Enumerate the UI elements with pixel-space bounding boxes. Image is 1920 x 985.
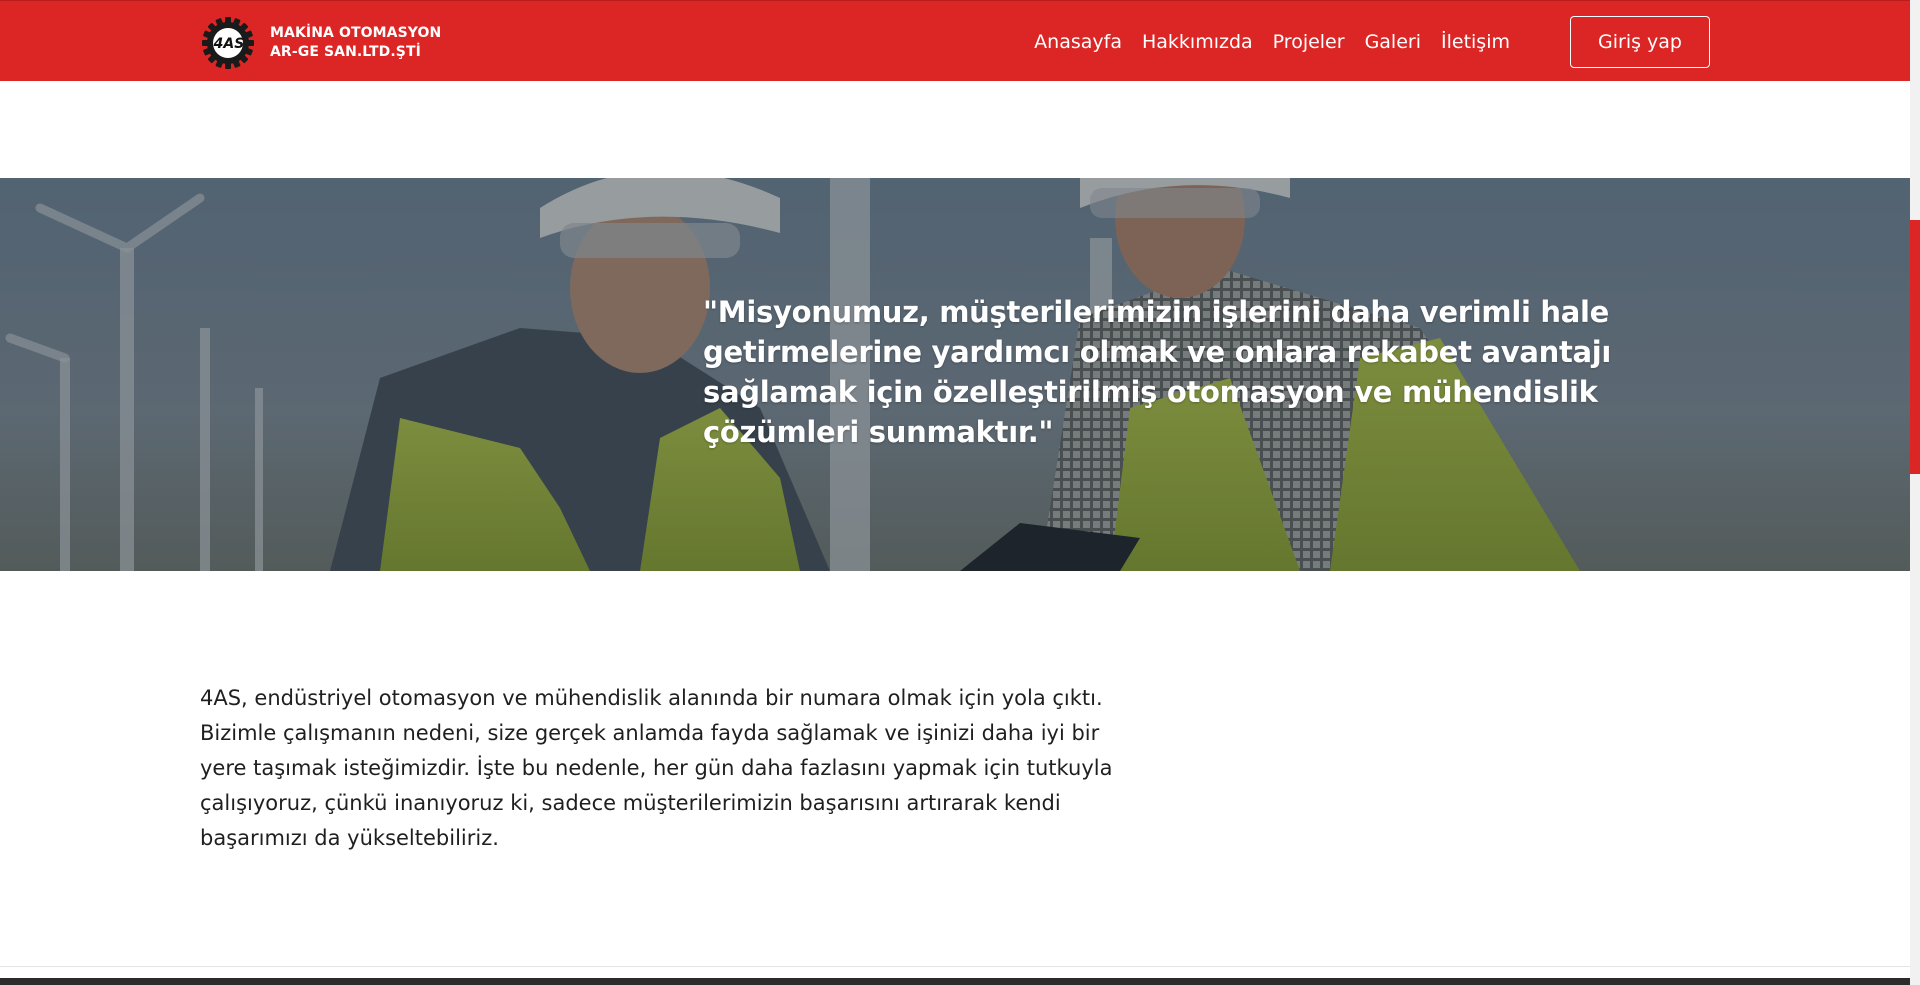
company-name-line1: MAKİNA OTOMASYON <box>270 25 442 41</box>
company-name-line2: AR-GE SAN.LTD.ŞTİ <box>270 44 421 60</box>
mission-quote-line: getirmelerine yardımcı olmak ve onlara r… <box>703 335 1612 369</box>
brand-home-link[interactable]: 4AS MAKİNA OTOMASYON AR-GE SAN.LTD.ŞTİ <box>200 15 441 71</box>
about-line: çalışıyoruz, çünkü inanıyoruz ki, sadece… <box>200 791 1061 815</box>
mission-quote-line: "Misyonumuz, müşterilerimizin işlerini d… <box>703 295 1610 329</box>
about-line: 4AS, endüstriyel otomasyon ve mühendisli… <box>200 686 1103 710</box>
about-line: başarımızı da yükseltebiliriz. <box>200 826 499 850</box>
about-line: yere taşımak isteğimizdir. İşte bu neden… <box>200 756 1113 780</box>
scrollbar-thumb[interactable] <box>1910 220 1920 474</box>
section-divider <box>0 966 1910 967</box>
about-line: Bizimle çalışmanın nedeni, size gerçek a… <box>200 721 1100 745</box>
nav-link-contact[interactable]: İletişim <box>1441 31 1510 53</box>
site-header: 4AS MAKİNA OTOMASYON AR-GE SAN.LTD.ŞTİ A… <box>0 0 1910 81</box>
page-scrollbar[interactable] <box>1910 0 1920 985</box>
main-nav: Anasayfa Hakkımızda Projeler Galeri İlet… <box>1034 1 1510 82</box>
nav-link-about[interactable]: Hakkımızda <box>1142 31 1253 53</box>
footer-edge <box>0 978 1910 985</box>
nav-link-home[interactable]: Anasayfa <box>1034 31 1122 53</box>
nav-link-gallery[interactable]: Galeri <box>1365 31 1421 53</box>
mission-quote: "Misyonumuz, müşterilerimizin işlerini d… <box>703 292 1612 452</box>
nav-link-projects[interactable]: Projeler <box>1273 31 1345 53</box>
mission-quote-line: çözümleri sunmaktır." <box>703 415 1054 449</box>
browser-viewport: 4AS MAKİNA OTOMASYON AR-GE SAN.LTD.ŞTİ A… <box>0 0 1920 985</box>
page: 4AS MAKİNA OTOMASYON AR-GE SAN.LTD.ŞTİ A… <box>0 0 1910 985</box>
about-paragraph: 4AS, endüstriyel otomasyon ve mühendisli… <box>200 681 1200 856</box>
mission-quote-line: sağlamak için özelleştirilmiş otomasyon … <box>703 375 1598 409</box>
gear-logo-icon: 4AS <box>202 17 254 69</box>
login-button[interactable]: Giriş yap <box>1570 16 1710 68</box>
svg-text:4AS: 4AS <box>213 36 245 52</box>
company-name: MAKİNA OTOMASYON AR-GE SAN.LTD.ŞTİ <box>270 24 441 62</box>
mission-hero: "Misyonumuz, müşterilerimizin işlerini d… <box>0 178 1910 571</box>
